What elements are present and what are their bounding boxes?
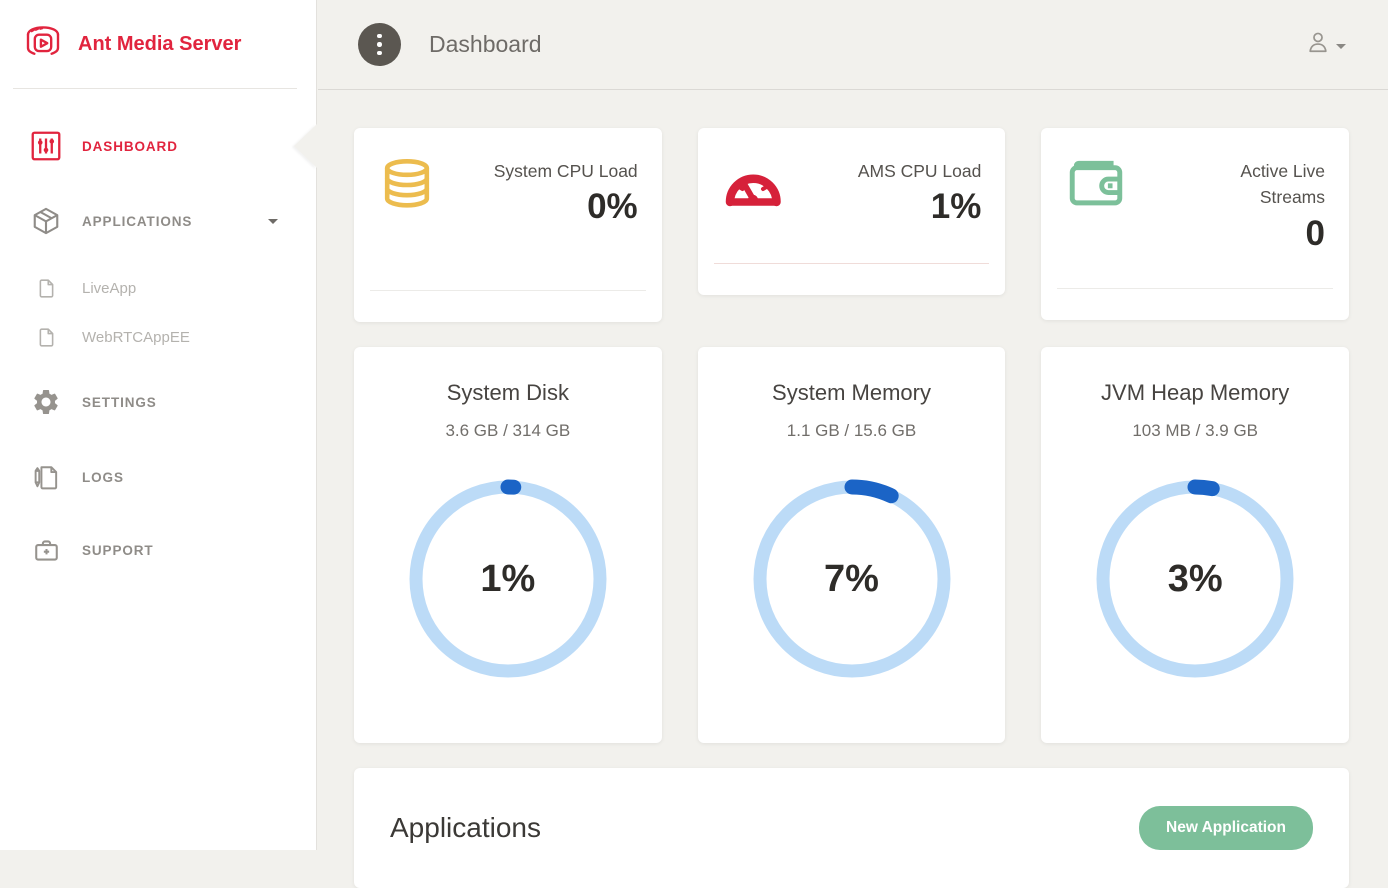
stat-label: Active Live Streams [1173,158,1325,211]
donut-chart: 7% [752,479,952,679]
gauge-percent: 7% [752,479,952,679]
stat-card-active-live-streams: Active Live Streams 0 [1041,128,1349,320]
sidebar-item-logs[interactable]: LOGS [0,453,316,501]
gauge-icon [722,156,782,228]
ant-media-logo-icon [20,22,66,67]
sidebar-item-liveapp[interactable]: LiveApp [0,264,316,312]
kebab-menu-icon[interactable] [358,23,401,66]
file-icon [28,327,64,348]
gauge-title: JVM Heap Memory [1041,380,1349,406]
stat-label: AMS CPU Load [858,158,982,184]
sidebar-item-settings[interactable]: SETTINGS [0,378,316,426]
sidebar-item-dashboard[interactable]: DASHBOARD [0,122,316,170]
sidebar-nav: DASHBOARD APPLICATIONS LiveAp [0,89,316,574]
file-icon [28,278,64,299]
support-kit-icon [28,536,64,565]
gauge-usage: 3.6 GB / 314 GB [354,421,662,441]
donut-chart: 3% [1095,479,1295,679]
divider [1057,288,1333,289]
donut-chart: 1% [408,479,608,679]
active-item-notch [294,124,317,168]
wallet-icon [1065,156,1127,255]
gauge-usage: 1.1 GB / 15.6 GB [698,421,1006,441]
stat-value: 0% [587,186,638,228]
divider [714,263,990,264]
gauge-card-system-disk: System Disk 3.6 GB / 314 GB 1% [354,347,662,743]
sidebar-item-label: SUPPORT [82,543,154,558]
brand-name: Ant Media Server [78,33,241,56]
new-application-button[interactable]: New Application [1139,806,1313,850]
brand[interactable]: Ant Media Server [0,0,316,89]
stat-card-ams-cpu-load: AMS CPU Load 1% [698,128,1006,295]
gauge-usage: 103 MB / 3.9 GB [1041,421,1349,441]
gauge-cards-row: System Disk 3.6 GB / 314 GB 1% System Me… [354,347,1349,743]
stat-card-system-cpu-load: System CPU Load 0% [354,128,662,322]
sidebar-item-label: SETTINGS [82,395,157,410]
page-title: Dashboard [429,31,542,58]
gauge-percent: 1% [408,479,608,679]
sidebar-item-label: LOGS [82,470,124,485]
applications-box-icon [28,206,64,236]
sidebar-item-label: APPLICATIONS [82,214,192,229]
sidebar-item-label: LiveApp [82,280,136,297]
applications-title: Applications [390,812,541,844]
stat-value: 0 [1306,213,1325,255]
sidebar-item-support[interactable]: SUPPORT [0,526,316,574]
sidebar-item-applications[interactable]: APPLICATIONS [0,197,316,245]
gauge-title: System Disk [354,380,662,406]
database-icon [378,156,436,228]
stat-value: 1% [931,186,982,228]
main-area: Dashboard [318,0,1388,850]
divider [370,290,646,291]
sidebar-item-webrtcappee[interactable]: WebRTCAppEE [0,313,316,361]
gauge-percent: 3% [1095,479,1295,679]
chevron-down-icon [268,219,278,224]
user-menu[interactable] [1305,29,1346,60]
sidebar: Ant Media Server DASHBOARD [0,0,317,850]
sidebar-item-label: WebRTCAppEE [82,329,190,346]
applications-section: Applications New Application [354,768,1349,888]
topbar: Dashboard [318,0,1388,90]
settings-gear-icon [28,387,64,417]
sidebar-item-label: DASHBOARD [82,139,178,154]
gauge-card-jvm-heap-memory: JVM Heap Memory 103 MB / 3.9 GB 3% [1041,347,1349,743]
logs-icon [28,463,64,492]
user-icon [1305,29,1331,60]
gauge-card-system-memory: System Memory 1.1 GB / 15.6 GB 7% [698,347,1006,743]
stat-cards-row: System CPU Load 0% [354,128,1349,322]
content: System CPU Load 0% [318,90,1388,888]
gauge-title: System Memory [698,380,1006,406]
chevron-down-icon [1336,44,1346,49]
dashboard-icon [28,131,64,161]
stat-label: System CPU Load [494,158,638,184]
